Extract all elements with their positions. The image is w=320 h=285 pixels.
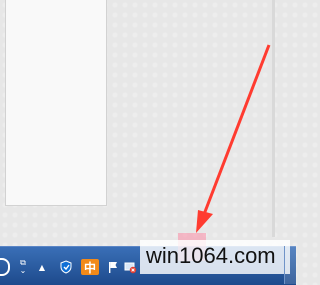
flag-icon[interactable] bbox=[105, 261, 121, 273]
network-icon[interactable] bbox=[123, 261, 137, 274]
shield-icon[interactable] bbox=[58, 260, 74, 274]
tray-expand-icon[interactable]: ▲ bbox=[37, 261, 47, 273]
tray-display-icon[interactable]: ⧉ ⌄ bbox=[16, 259, 30, 275]
scrollbar[interactable] bbox=[272, 0, 275, 237]
explorer-window-panel bbox=[5, 0, 107, 206]
watermark-text: win1064.com bbox=[146, 243, 276, 268]
show-desktop-button[interactable] bbox=[284, 246, 297, 284]
ime-icon[interactable]: 中 bbox=[81, 259, 99, 275]
ime-label: 中 bbox=[83, 260, 96, 275]
